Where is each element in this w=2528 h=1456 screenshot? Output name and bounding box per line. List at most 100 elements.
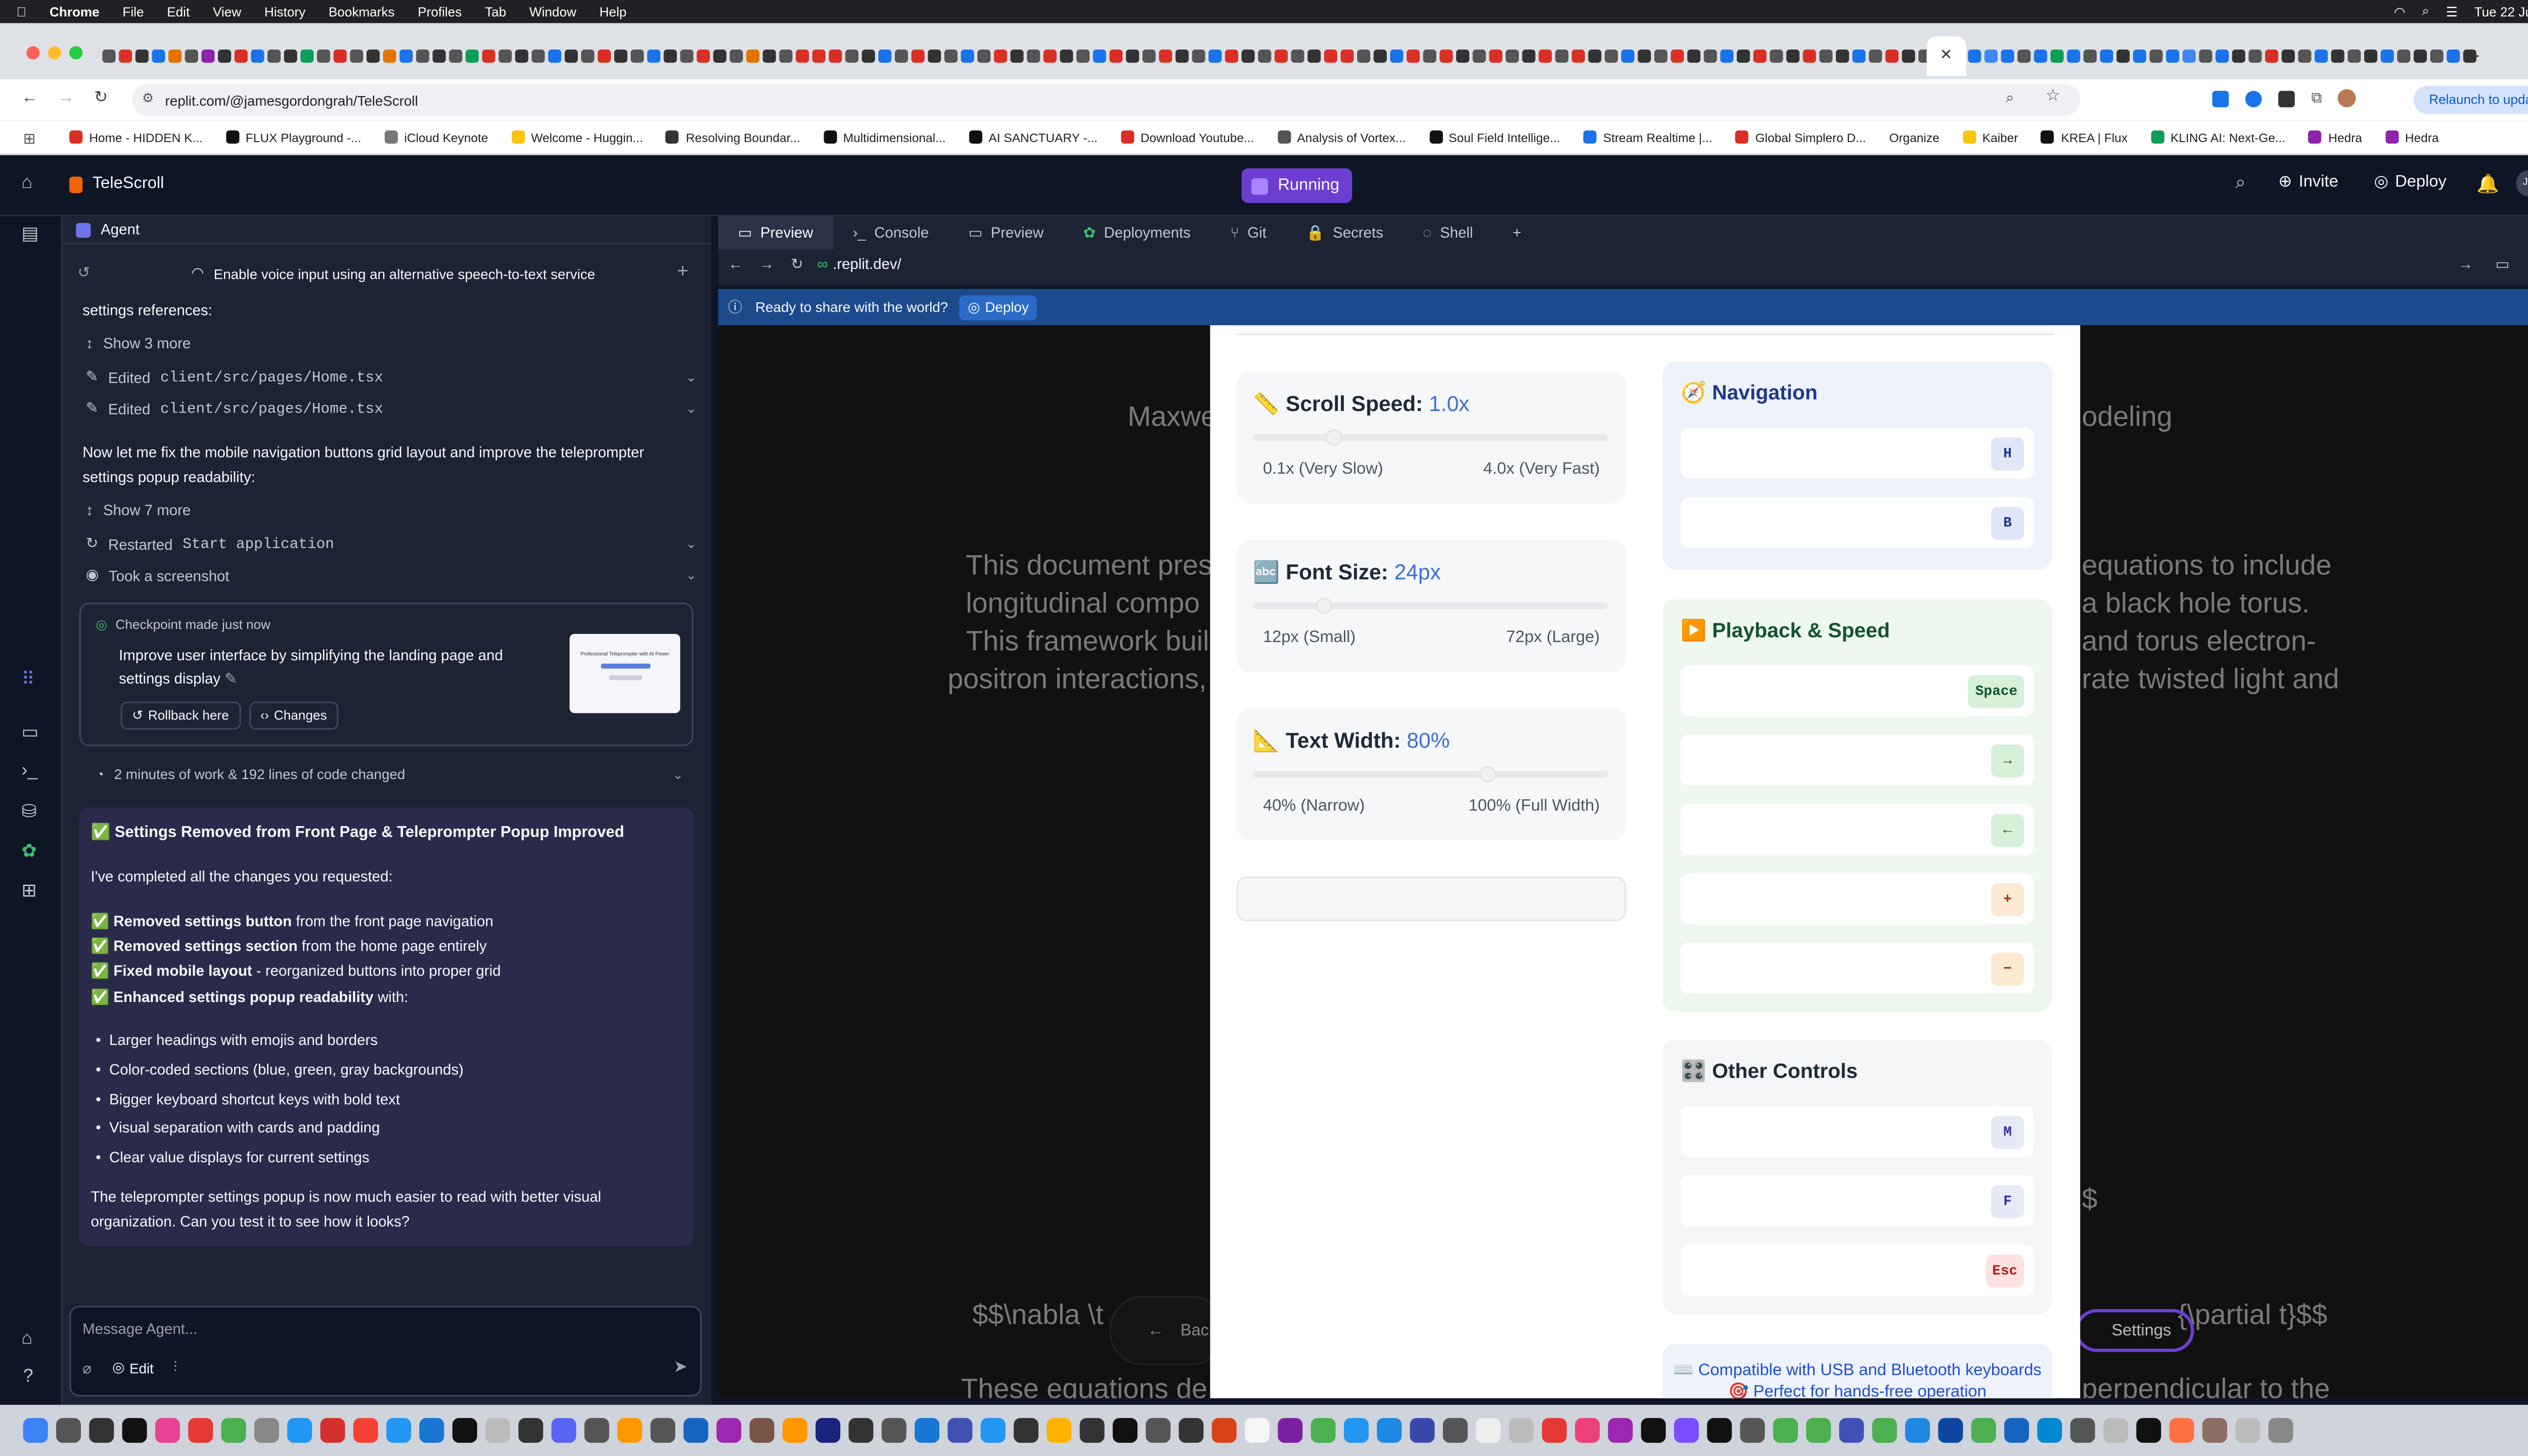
show-more-button[interactable]: ↕ Show 3 more bbox=[86, 335, 697, 352]
forward-icon[interactable]: → bbox=[58, 89, 74, 107]
back-icon[interactable]: ← bbox=[728, 256, 743, 272]
changes-button[interactable]: ‹› Changes bbox=[248, 701, 339, 730]
bookmark[interactable]: Welcome - Huggin... bbox=[511, 129, 643, 145]
banner-deploy-button[interactable]: ◎ Deploy bbox=[959, 294, 1037, 320]
message-input-box[interactable]: Message Agent... ⌀ ◎ Edit ⫶ ➤ bbox=[69, 1305, 702, 1397]
agent-tab[interactable]: Agent bbox=[63, 216, 712, 245]
new-chat-icon[interactable]: + bbox=[677, 259, 689, 283]
active-tab[interactable]: ✕ bbox=[1926, 36, 1966, 76]
home-icon[interactable]: ⌂ bbox=[21, 173, 32, 193]
menu-app-name[interactable]: Chrome bbox=[50, 4, 100, 19]
tab-secrets[interactable]: 🔒 Secrets bbox=[1286, 216, 1403, 249]
all-tools-icon[interactable]: ⊞ bbox=[21, 880, 36, 901]
back-icon[interactable]: ← bbox=[21, 89, 38, 107]
bell-icon[interactable]: 🔔 bbox=[2476, 173, 2499, 195]
dock-app-icon[interactable] bbox=[1905, 1418, 1930, 1443]
omnibox[interactable]: ⚙ replit.com/@jamesgordongrah/TeleScroll… bbox=[132, 84, 2081, 116]
reload-icon[interactable]: ↻ bbox=[791, 256, 803, 274]
bookmark[interactable]: Soul Field Intellige... bbox=[1429, 129, 1560, 145]
tab-preview-2[interactable]: ▭ Preview bbox=[949, 216, 1063, 249]
back-button[interactable]: ← Bac bbox=[1109, 1296, 1225, 1366]
help-icon[interactable]: ? bbox=[23, 1367, 33, 1387]
bookmark[interactable]: Global Simplero D... bbox=[1735, 129, 1866, 145]
dock-app-icon[interactable] bbox=[881, 1418, 907, 1443]
relaunch-button[interactable]: Relaunch to update bbox=[2413, 85, 2528, 114]
dock-app-icon[interactable] bbox=[1377, 1418, 1402, 1443]
menubar-clock[interactable]: Tue 22 Jul 21:33 bbox=[2474, 4, 2528, 19]
menu-edit[interactable]: Edit bbox=[167, 4, 190, 19]
dock-app-icon[interactable] bbox=[816, 1418, 841, 1443]
bookmark[interactable]: Hedra bbox=[2385, 129, 2439, 145]
dock-app-icon[interactable] bbox=[1013, 1418, 1039, 1443]
dock-app-icon[interactable] bbox=[683, 1418, 708, 1443]
dock-app-icon[interactable] bbox=[1641, 1418, 1666, 1443]
dock-app-icon[interactable] bbox=[947, 1418, 973, 1443]
bookmark[interactable]: Kaiber bbox=[1962, 129, 2018, 145]
tab-preview[interactable]: ▭ Preview bbox=[718, 216, 833, 250]
dock-app-icon[interactable] bbox=[716, 1418, 742, 1443]
rollback-button[interactable]: ↺ Rollback here bbox=[120, 701, 241, 730]
bookmark[interactable]: KREA | Flux bbox=[2041, 129, 2128, 145]
apple-icon[interactable]:  bbox=[17, 4, 27, 19]
zoom-window-icon[interactable] bbox=[69, 46, 83, 60]
dock-app-icon[interactable] bbox=[485, 1418, 510, 1443]
extension-icon[interactable] bbox=[2245, 89, 2262, 107]
checkpoint-thumbnail[interactable]: Professional Teleprompter with AI Power bbox=[569, 633, 681, 713]
dock-app-icon[interactable] bbox=[584, 1418, 609, 1443]
minimize-window-icon[interactable] bbox=[48, 46, 61, 60]
screenshot-row[interactable]: ◉ Took a screenshot ⌄ bbox=[86, 566, 697, 584]
dock-app-icon[interactable] bbox=[386, 1418, 412, 1443]
dock-app-icon[interactable] bbox=[320, 1418, 345, 1443]
site-info-icon[interactable]: ⚙ bbox=[142, 91, 154, 106]
dock-app-icon[interactable] bbox=[287, 1418, 312, 1443]
dock-app-icon[interactable] bbox=[617, 1418, 643, 1443]
edited-file-row[interactable]: ✎ Edited client/src/pages/Home.tsx ⌄ bbox=[86, 368, 697, 386]
tab-git[interactable]: ⑂ Git bbox=[1210, 216, 1286, 249]
message-input-placeholder[interactable]: Message Agent... bbox=[82, 1321, 197, 1337]
avatar[interactable]: JG bbox=[2516, 170, 2528, 197]
deployments-icon[interactable]: ✿ bbox=[21, 840, 36, 861]
run-status-button[interactable]: Running bbox=[1241, 168, 1353, 203]
pinned-tabs-right[interactable] bbox=[1968, 49, 2476, 63]
settings-button[interactable]: Settings bbox=[2075, 1309, 2195, 1352]
profile-icon[interactable] bbox=[2338, 89, 2357, 108]
forward-icon[interactable]: → bbox=[759, 256, 774, 272]
bookmark[interactable]: Stream Realtime |... bbox=[1583, 129, 1712, 145]
tab-console[interactable]: ›_ Console bbox=[833, 216, 949, 249]
dock-app-icon[interactable] bbox=[749, 1418, 775, 1443]
dock-app-icon[interactable] bbox=[2070, 1418, 2095, 1443]
new-tab-icon[interactable]: + bbox=[2468, 44, 2480, 68]
close-window-icon[interactable] bbox=[26, 46, 40, 60]
wifi-icon[interactable]: ◠ bbox=[2394, 4, 2406, 19]
preview-icon[interactable]: ▭ bbox=[21, 721, 38, 743]
dock-app-icon[interactable] bbox=[1278, 1418, 1303, 1443]
apps-grid-icon[interactable]: ⊞ bbox=[23, 130, 36, 149]
close-tab-icon[interactable]: ✕ bbox=[1940, 46, 1953, 64]
dock-app-icon[interactable] bbox=[1079, 1418, 1105, 1443]
control-center-icon[interactable]: ☰ bbox=[2446, 4, 2458, 19]
text-width-slider[interactable] bbox=[1253, 766, 1608, 783]
font-size-slider[interactable] bbox=[1253, 598, 1608, 614]
dock-app-icon[interactable] bbox=[782, 1418, 807, 1443]
dock-app-icon[interactable] bbox=[1971, 1418, 1996, 1443]
dock-app-icon[interactable] bbox=[848, 1418, 874, 1443]
pane-resize-handle[interactable] bbox=[711, 216, 718, 1405]
dock-app-icon[interactable] bbox=[353, 1418, 378, 1443]
device-icon[interactable]: ▭ bbox=[2495, 256, 2509, 274]
menu-file[interactable]: File bbox=[122, 4, 144, 19]
dock-app-icon[interactable] bbox=[1938, 1418, 1963, 1443]
dock-app-icon[interactable] bbox=[2037, 1418, 2062, 1443]
dock-app-icon[interactable] bbox=[980, 1418, 1006, 1443]
extension-icon[interactable] bbox=[2212, 89, 2229, 107]
edited-file-row[interactable]: ✎ Edited client/src/pages/Home.tsx ⌄ bbox=[86, 399, 697, 418]
dock-app-icon[interactable] bbox=[2136, 1418, 2161, 1443]
dock-app-icon[interactable] bbox=[1509, 1418, 1534, 1443]
agent-icon[interactable]: ⠿ bbox=[21, 668, 34, 690]
chrome-icon[interactable] bbox=[221, 1418, 246, 1443]
dock-app-icon[interactable] bbox=[155, 1418, 180, 1443]
slider-thumb[interactable] bbox=[1316, 598, 1333, 614]
invite-button[interactable]: ⊕ Invite bbox=[2278, 173, 2338, 192]
deploy-button[interactable]: ◎ Deploy bbox=[2374, 173, 2447, 192]
menu-bookmarks[interactable]: Bookmarks bbox=[329, 4, 395, 19]
dock-app-icon[interactable] bbox=[2004, 1418, 2029, 1443]
